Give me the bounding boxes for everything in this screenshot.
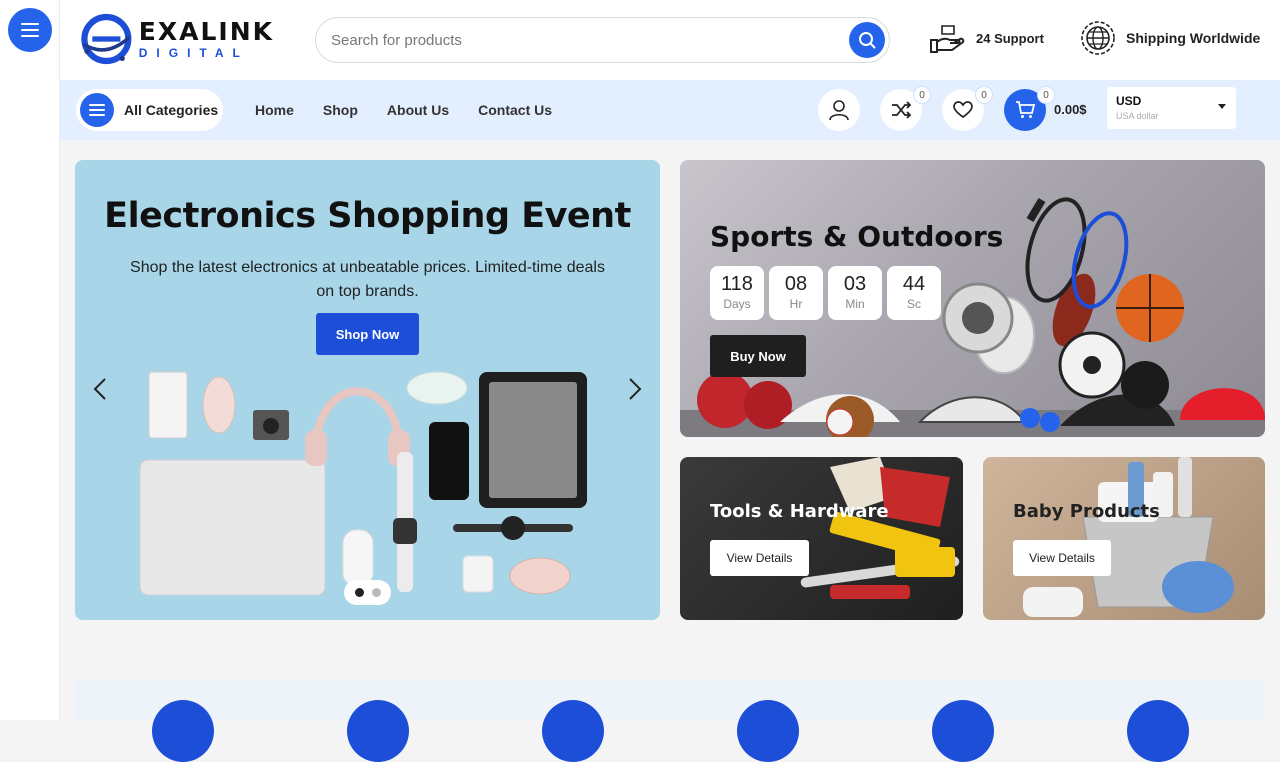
nav-link-home[interactable]: Home	[255, 102, 294, 118]
chevron-down-icon	[1218, 104, 1226, 109]
sports-title: Sports & Outdoors	[710, 220, 1004, 253]
countdown-minutes-unit: Min	[845, 297, 865, 311]
logo-main-text: EXALINK	[138, 17, 274, 46]
next-slide-button[interactable]	[620, 372, 650, 406]
nav-link-shop[interactable]: Shop	[323, 102, 358, 118]
slider-dots	[344, 580, 391, 605]
feature-strip	[75, 680, 1265, 762]
shop-now-button[interactable]: Shop Now	[316, 313, 419, 355]
countdown-seconds-value: 44	[902, 273, 926, 295]
feature-icon-2	[347, 700, 409, 762]
countdown-seconds: 44 Sc	[887, 266, 941, 320]
shuffle-icon	[892, 101, 911, 119]
hero-slider: Electronics Shopping Event Shop the late…	[75, 160, 660, 620]
countdown-seconds-unit: Sc	[906, 297, 921, 311]
wishlist-count-badge: 0	[975, 86, 993, 104]
compare-count-badge: 0	[913, 86, 931, 104]
search-input[interactable]	[331, 31, 831, 49]
countdown-hours: 08 Hr	[769, 266, 823, 320]
account-button[interactable]	[818, 89, 860, 131]
countdown-minutes: 03 Min	[828, 266, 882, 320]
heart-icon	[953, 101, 973, 119]
countdown-days: 118 Days	[710, 266, 764, 320]
prev-slide-button[interactable]	[85, 372, 115, 406]
countdown-days-value: 118	[721, 273, 753, 295]
nav-link-contact[interactable]: Contact Us	[478, 102, 552, 118]
chevron-left-icon	[93, 378, 106, 400]
tools-title: Tools & Hardware	[710, 501, 889, 522]
support-hand-icon	[930, 25, 965, 53]
sidebar-menu-button[interactable]	[8, 8, 52, 52]
logo-sub-text: DIGITAL	[138, 46, 249, 60]
feature-icon-4	[737, 700, 799, 762]
all-categories-label: All Categories	[124, 102, 219, 118]
hamburger-icon	[89, 104, 105, 116]
countdown-hours-value: 08	[784, 273, 808, 295]
baby-products-image	[1023, 457, 1234, 617]
hero-title: Electronics Shopping Event	[104, 196, 631, 236]
globe-icon	[1081, 21, 1115, 55]
user-icon	[829, 100, 849, 121]
nav-links: Home Shop About Us Contact Us	[255, 80, 581, 140]
all-categories-button[interactable]: All Categories	[76, 89, 223, 131]
site-header: EXALINK DIGITAL 24 Support Shipping Worl…	[60, 0, 1280, 80]
currency-select[interactable]: USD USA dollar	[1107, 87, 1236, 129]
cart-button[interactable]: 0	[1004, 86, 1055, 131]
buy-now-button[interactable]: Buy Now	[710, 335, 806, 377]
chevron-right-icon	[629, 378, 642, 400]
cart-icon	[1016, 101, 1035, 118]
slider-dot-2[interactable]	[371, 588, 381, 597]
currency-code: USD	[1116, 94, 1142, 108]
countdown-hours-unit: Hr	[789, 297, 803, 311]
feature-icon-3	[542, 700, 604, 762]
site-logo[interactable]: EXALINK DIGITAL	[80, 8, 274, 70]
hero-description: Shop the latest electronics at unbeatabl…	[130, 259, 605, 300]
cart-count-badge: 0	[1037, 86, 1055, 104]
logo-mark-icon	[81, 13, 132, 65]
electronics-image	[139, 371, 587, 596]
left-sidebar	[0, 0, 60, 720]
main-navbar: All Categories Home Shop About Us Contac…	[60, 80, 1280, 140]
baby-view-details-button[interactable]: View Details	[1013, 540, 1111, 576]
wishlist-button[interactable]: 0	[942, 86, 993, 131]
search-button[interactable]	[849, 22, 885, 58]
currency-name: USA dollar	[1116, 111, 1159, 121]
countdown-minutes-value: 03	[843, 273, 867, 295]
sports-outdoors-banner: Sports & Outdoors 118 Days 08 Hr 03 Min …	[680, 160, 1265, 437]
cart-total[interactable]: 0.00$	[1054, 80, 1087, 140]
support-label: 24 Support	[976, 30, 1044, 46]
slider-dot-1[interactable]	[354, 588, 364, 597]
sports-equipment-image	[680, 197, 1265, 437]
tools-view-details-button[interactable]: View Details	[710, 540, 809, 576]
search-icon	[859, 32, 876, 49]
feature-icon-1	[152, 700, 214, 762]
hamburger-icon	[21, 23, 39, 37]
feature-icon-6	[1127, 700, 1189, 762]
feature-icon-5	[932, 700, 994, 762]
compare-button[interactable]: 0	[880, 86, 931, 131]
nav-link-about[interactable]: About Us	[387, 102, 449, 118]
tools-image	[800, 457, 960, 599]
shipping-info[interactable]: Shipping Worldwide	[1080, 20, 1260, 56]
tools-hardware-banner: Tools & Hardware View Details	[680, 457, 963, 620]
shipping-label: Shipping Worldwide	[1126, 30, 1261, 46]
baby-title: Baby Products	[1013, 501, 1160, 522]
countdown-days-unit: Days	[723, 297, 751, 311]
search-bar	[315, 17, 890, 63]
baby-products-banner: Baby Products View Details	[983, 457, 1265, 620]
support-info[interactable]: 24 Support	[928, 20, 1044, 56]
categories-icon-wrap	[80, 93, 114, 127]
